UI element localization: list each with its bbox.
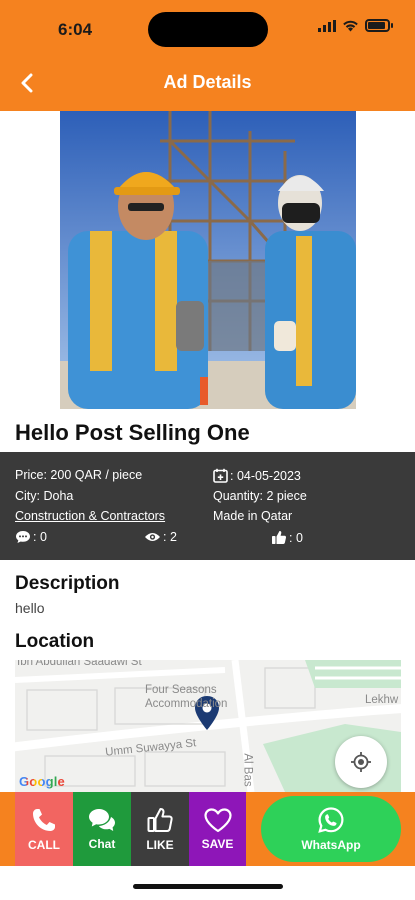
call-button[interactable]: CALL bbox=[15, 792, 73, 866]
dynamic-island bbox=[148, 12, 268, 47]
wifi-icon bbox=[343, 20, 358, 31]
status-icons bbox=[318, 19, 393, 32]
status-time: 6:04 bbox=[58, 20, 93, 39]
signal-icon bbox=[318, 19, 336, 32]
like-label: LIKE bbox=[146, 838, 174, 852]
date-row: : 04-05-2023 bbox=[213, 468, 301, 483]
comments-count: : 0 bbox=[15, 530, 47, 544]
category-link[interactable]: Construction & Contractors bbox=[15, 509, 165, 523]
ad-image bbox=[60, 111, 356, 409]
origin-text: Made in Qatar bbox=[213, 509, 293, 523]
page-title: Ad Details bbox=[163, 72, 252, 92]
map-label-side: Lekhw bbox=[365, 694, 399, 706]
phone-icon bbox=[33, 809, 55, 831]
location-map[interactable]: Ibn Abdullah Saadawi St Four Seasons Acc… bbox=[15, 660, 401, 792]
chat-icon bbox=[89, 809, 115, 831]
views-count: : 2 bbox=[144, 530, 177, 544]
whatsapp-button[interactable]: WhatsApp bbox=[261, 796, 401, 862]
views-value: : 2 bbox=[163, 530, 177, 544]
action-bar: CALL Chat LIKE SAVE WhatsApp bbox=[0, 792, 415, 866]
like-button[interactable]: LIKE bbox=[131, 792, 189, 866]
date-text: : 04-05-2023 bbox=[230, 468, 301, 483]
chat-button[interactable]: Chat bbox=[73, 792, 131, 866]
map-label-vertical: Al Bas bbox=[241, 753, 254, 787]
quantity-text: Quantity: 2 piece bbox=[213, 489, 307, 503]
comment-icon bbox=[16, 531, 30, 543]
app-header: 6:04 Ad Details bbox=[0, 0, 415, 111]
calendar-add-icon bbox=[213, 468, 228, 483]
description-text: hello bbox=[15, 600, 45, 616]
whatsapp-icon bbox=[318, 807, 344, 833]
eye-icon bbox=[145, 533, 160, 541]
location-heading: Location bbox=[15, 631, 95, 652]
battery-icon bbox=[365, 19, 390, 32]
map-label-place-2: Accommodation bbox=[145, 698, 228, 710]
my-location-button[interactable] bbox=[335, 736, 387, 788]
likes-count: : 0 bbox=[271, 530, 303, 545]
ad-title: Hello Post Selling One bbox=[15, 420, 250, 445]
ad-info-panel: Price: 200 QAR / piece : 04-05-2023 City… bbox=[0, 452, 415, 560]
google-logo: Google bbox=[19, 774, 65, 789]
heart-outline-icon bbox=[203, 808, 232, 833]
chat-label: Chat bbox=[88, 837, 116, 851]
map-label-place: Four Seasons bbox=[145, 684, 217, 696]
description-heading: Description bbox=[15, 573, 120, 594]
map-label-top-street: Ibn Abdullah Saadawi St bbox=[17, 660, 142, 668]
comments-value: : 0 bbox=[33, 530, 47, 544]
likes-value: : 0 bbox=[289, 530, 303, 545]
price-text: Price: 200 QAR / piece bbox=[15, 468, 143, 482]
save-label: SAVE bbox=[201, 837, 234, 851]
crosshair-icon bbox=[351, 752, 371, 772]
home-indicator bbox=[133, 884, 283, 889]
thumbs-up-icon bbox=[272, 531, 287, 544]
ad-photo[interactable] bbox=[60, 111, 356, 409]
whatsapp-label: WhatsApp bbox=[301, 838, 361, 852]
thumbs-up-outline-icon bbox=[147, 808, 173, 832]
save-button[interactable]: SAVE bbox=[189, 792, 246, 866]
city-text: City: Doha bbox=[15, 489, 74, 503]
call-label: CALL bbox=[28, 838, 60, 852]
